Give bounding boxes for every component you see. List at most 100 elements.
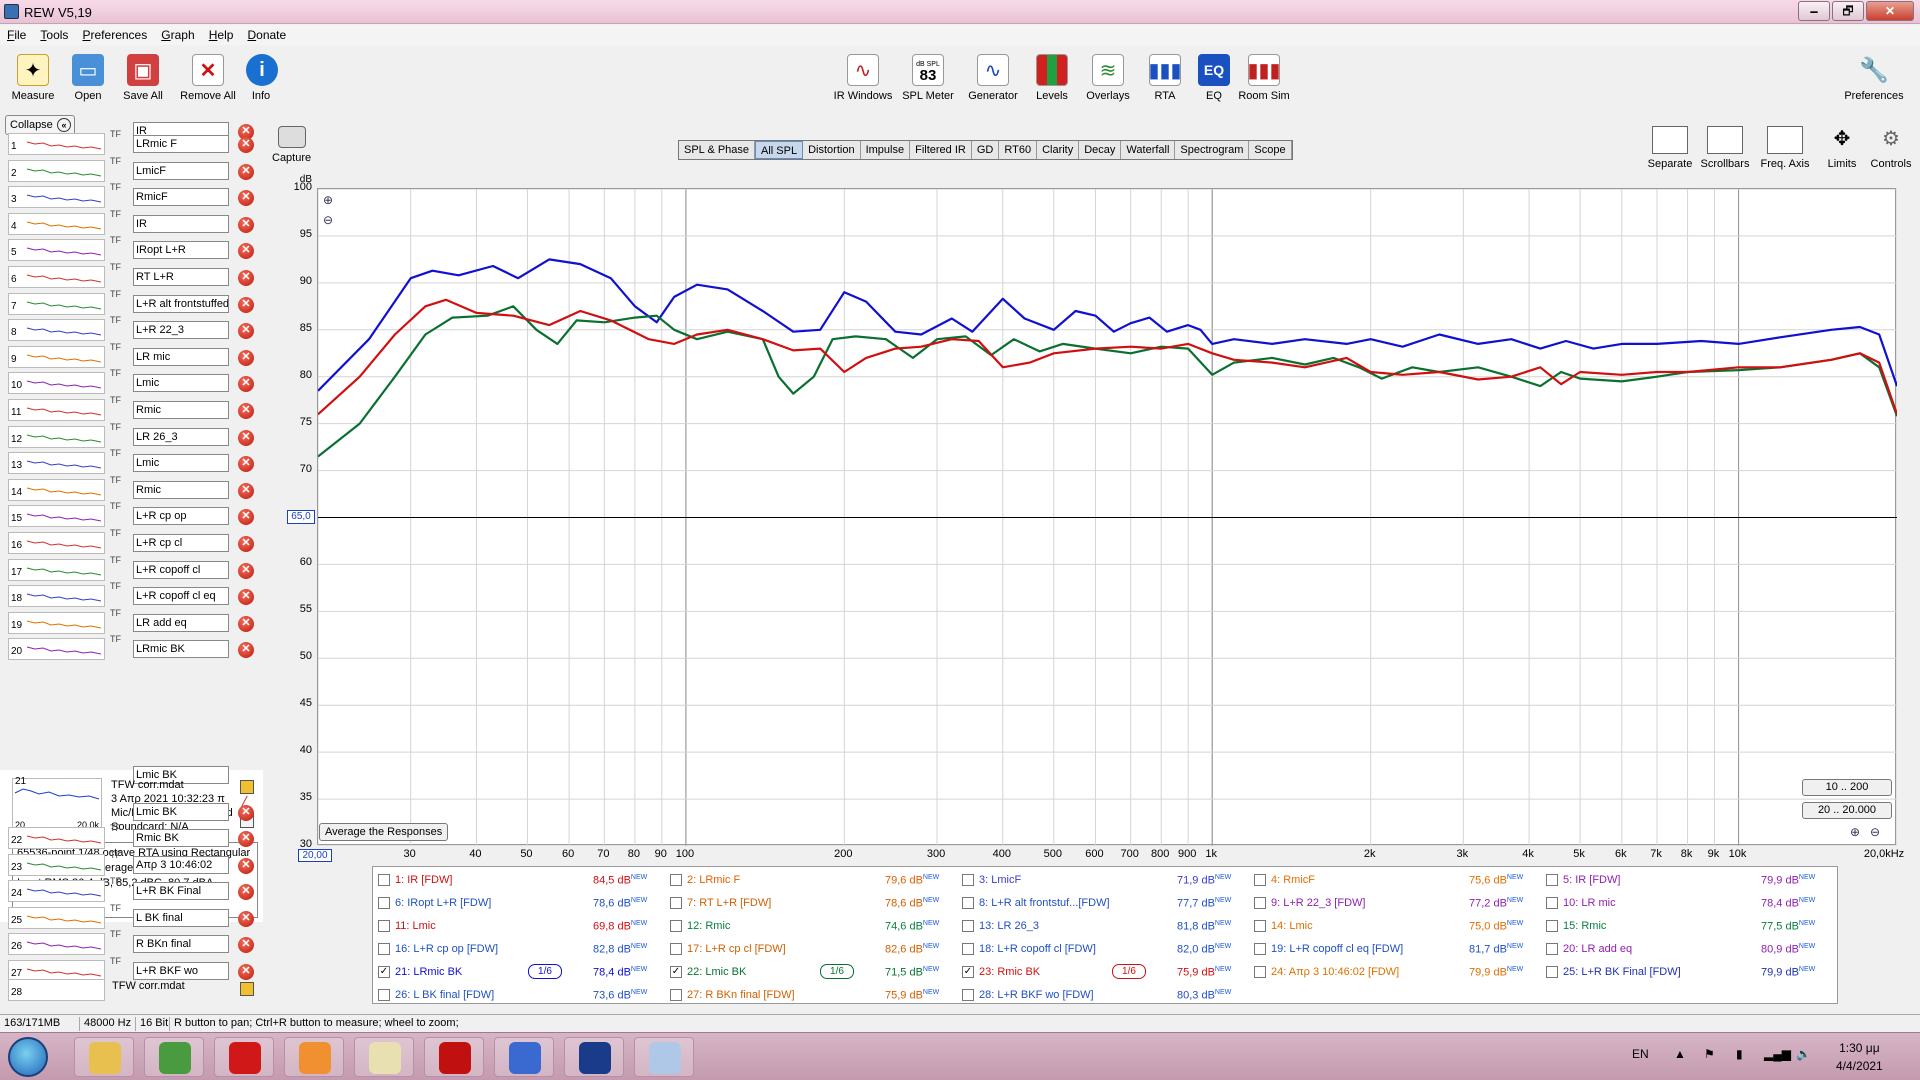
measurement-name-field[interactable]: L+R copoff cl eq <box>133 587 229 606</box>
taskbar-app-audio-app[interactable] <box>494 1037 554 1077</box>
legend-checkbox[interactable] <box>1254 874 1266 886</box>
measurement-name-field[interactable]: LmicF <box>133 161 229 180</box>
measurement-name-field[interactable]: RT L+R <box>133 268 229 286</box>
measurement-thumbnail[interactable]: 22 <box>8 827 105 849</box>
remove-all-button[interactable]: ✕ Remove All <box>178 54 238 102</box>
legend-label[interactable]: 8: L+R alt frontstuf...[FDW] <box>979 897 1110 909</box>
controls-button[interactable]: ⚙ Controls <box>1868 126 1914 170</box>
levels-button[interactable]: Levels <box>1034 54 1070 102</box>
network-icon[interactable]: ▂▄▆ <box>1764 1047 1791 1061</box>
measurement-row-18[interactable]: 18 TF L+R copoff cl eq ✕ <box>0 581 263 608</box>
taskbar-app-brave[interactable] <box>284 1037 344 1077</box>
tab-filtered-ir[interactable]: Filtered IR <box>910 141 972 159</box>
measurement-thumbnail[interactable]: 9 <box>8 345 105 368</box>
measurement-row-11[interactable]: 11 TF Rmic ✕ <box>0 395 263 422</box>
smoothing-badge[interactable]: 1/6 <box>528 964 562 979</box>
measurement-edit-icon[interactable] <box>240 982 254 996</box>
measurement-row-15[interactable]: 15 TF L+R cp op ✕ <box>0 501 263 528</box>
tab-clarity[interactable]: Clarity <box>1037 141 1080 159</box>
legend-checkbox[interactable] <box>962 989 974 1001</box>
legend-checkbox[interactable] <box>670 943 682 955</box>
legend-checkbox[interactable] <box>1254 920 1266 932</box>
delete-measurement-icon[interactable]: ✕ <box>238 137 254 153</box>
measurement-row-16[interactable]: 16 TF L+R cp cl ✕ <box>0 528 263 555</box>
delete-measurement-icon[interactable]: ✕ <box>238 429 254 446</box>
measurement-name-field[interactable]: Rmic <box>133 401 229 419</box>
minimize-button[interactable]: 🗕 <box>1798 1 1830 21</box>
measurement-thumbnail[interactable]: 10 <box>8 372 105 395</box>
legend-label[interactable]: 15: Rmic <box>1563 920 1606 932</box>
legend-checkbox[interactable] <box>378 897 390 909</box>
tab-all-spl[interactable]: All SPL <box>755 141 804 159</box>
menu-preferences[interactable]: Preferences <box>76 25 152 42</box>
measurement-thumbnail[interactable]: 6 <box>8 266 105 288</box>
tray-expand-icon[interactable]: ▲ <box>1674 1047 1686 1061</box>
measurement-thumbnail[interactable]: 14 <box>8 478 105 501</box>
measurement-row-26[interactable]: 26 TF R BKn final ✕ <box>0 929 263 956</box>
legend-label[interactable]: 27: R BKn final [FDW] <box>687 989 795 1001</box>
legend-checkbox[interactable] <box>378 989 390 1001</box>
x-zoom-in-icon[interactable]: ⊕ <box>1850 825 1860 839</box>
measurement-name-field[interactable]: RmicF <box>133 188 229 207</box>
measurement-name-field[interactable]: IR <box>133 214 229 233</box>
legend-checkbox[interactable] <box>670 989 682 1001</box>
legend-label[interactable]: 14: Lmic <box>1271 920 1313 932</box>
rta-button[interactable]: ▮▮▮ RTA <box>1148 54 1182 102</box>
measurement-row-17[interactable]: 17 TF L+R copoff cl ✕ <box>0 555 263 582</box>
measurement-thumbnail[interactable]: 25 <box>8 906 105 929</box>
measurement-row-2[interactable]: 2 TF LmicF ✕ <box>0 156 263 183</box>
measurement-name-field[interactable]: L+R cp cl <box>133 534 229 552</box>
measurement-row-23[interactable]: 23 TF Απρ 3 10:46:02 ✕ <box>0 850 263 877</box>
delete-measurement-icon[interactable]: ✕ <box>238 884 254 901</box>
legend-checkbox[interactable] <box>1546 920 1558 932</box>
zoom-out-icon[interactable]: ⊖ <box>323 213 333 227</box>
battery-icon[interactable]: ▮ <box>1736 1047 1743 1061</box>
measurement-row-19[interactable]: 19 TF LR add eq ✕ <box>0 608 263 635</box>
measurement-name-field[interactable]: LRmic BK <box>133 640 229 659</box>
measurement-thumbnail[interactable]: 26 <box>8 933 105 956</box>
clock[interactable]: 1:30 μμ 4/4/2021 <box>1836 1039 1883 1075</box>
measurement-name-field[interactable]: L+R 22_3 <box>133 321 229 340</box>
measurement-row-21[interactable]: Lmic BK ✕ <box>0 798 263 824</box>
delete-measurement-icon[interactable]: ✕ <box>238 163 254 180</box>
tab-spectrogram[interactable]: Spectrogram <box>1175 141 1250 159</box>
legend-label[interactable]: 25: L+R BK Final [FDW] <box>1563 966 1681 978</box>
menu-graph[interactable]: Graph <box>154 25 198 42</box>
zoom-in-icon[interactable]: ⊕ <box>323 193 333 207</box>
legend-label[interactable]: 5: IR [FDW] <box>1563 874 1620 886</box>
tab-waterfall[interactable]: Waterfall <box>1121 141 1176 159</box>
measurement-name-field[interactable]: Lmic <box>133 454 229 473</box>
measurement-row-25[interactable]: 25 TF L BK final ✕ <box>0 903 263 930</box>
legend-checkbox[interactable]: ✓ <box>378 966 390 978</box>
measurement-thumbnail[interactable]: 20 <box>8 638 105 661</box>
legend-checkbox[interactable] <box>378 943 390 955</box>
taskbar-app-rew[interactable] <box>564 1037 624 1077</box>
delete-measurement-icon[interactable]: ✕ <box>238 805 254 821</box>
measurement-row-22[interactable]: 22 TF Rmic BK ✕ <box>0 823 263 850</box>
legend-checkbox[interactable] <box>1546 966 1558 978</box>
legend-checkbox[interactable] <box>1546 874 1558 886</box>
limits-button[interactable]: ✥ Limits <box>1820 126 1864 170</box>
delete-measurement-icon[interactable]: ✕ <box>238 831 254 847</box>
delete-measurement-icon[interactable]: ✕ <box>238 937 254 954</box>
measurement-name-field[interactable]: L BK final <box>133 908 229 927</box>
measurement-name-field[interactable]: Lmic <box>133 374 229 393</box>
measurement-row-7[interactable]: 7 TF L+R alt frontstuffed ✕ <box>0 289 263 316</box>
legend-checkbox[interactable] <box>1254 897 1266 909</box>
legend-checkbox[interactable] <box>670 920 682 932</box>
legend-label[interactable]: 19: L+R copoff cl eq [FDW] <box>1271 943 1403 955</box>
delete-measurement-icon[interactable]: ✕ <box>238 323 254 340</box>
measurement-row-5[interactable]: 5 TF IRopt L+R ✕ <box>0 235 263 262</box>
menu-tools[interactable]: Tools <box>33 25 72 42</box>
measurement-row-10[interactable]: 10 TF Lmic ✕ <box>0 368 263 395</box>
legend-checkbox[interactable] <box>378 920 390 932</box>
delete-measurement-icon[interactable]: ✕ <box>238 403 254 419</box>
measurement-row-28[interactable]: 28 TFW corr.mdat <box>0 976 263 1002</box>
legend-checkbox[interactable] <box>962 920 974 932</box>
action-center-icon[interactable]: ⚑ <box>1704 1047 1715 1061</box>
legend-label[interactable]: 28: L+R BKF wo [FDW] <box>979 989 1094 1001</box>
delete-measurement-icon[interactable]: ✕ <box>238 270 254 286</box>
freq-axis-button[interactable]: Freq. Axis <box>1758 126 1812 170</box>
legend-label[interactable]: 2: LRmic F <box>687 874 740 886</box>
legend-checkbox[interactable] <box>962 897 974 909</box>
